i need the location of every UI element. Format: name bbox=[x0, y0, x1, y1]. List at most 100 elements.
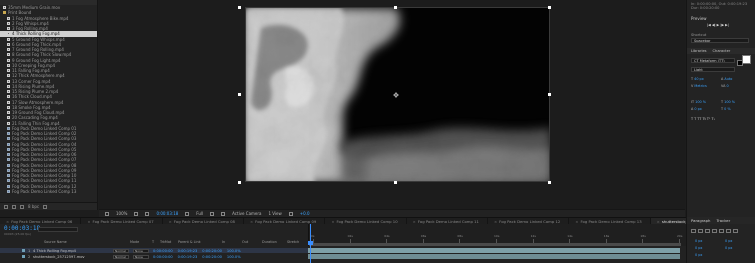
tab-character[interactable]: Character bbox=[713, 49, 731, 53]
layer-duration[interactable]: 0:00:20:00 bbox=[202, 255, 222, 259]
handle-bottom-right[interactable] bbox=[548, 181, 551, 184]
layer-source-name[interactable]: 4 Thick Rolling Fog.mp4 bbox=[33, 249, 113, 253]
handle-bottom-left[interactable] bbox=[238, 181, 241, 184]
first-line-indent-value[interactable]: 0 px bbox=[695, 253, 702, 257]
handle-top-left[interactable] bbox=[238, 6, 241, 9]
space-before-value[interactable]: 0 px bbox=[695, 246, 702, 250]
col-trkmat[interactable]: TrkMat bbox=[160, 240, 171, 244]
layer-in-time[interactable]: 0:00:00:00 bbox=[153, 249, 173, 253]
col-mode[interactable]: Mode bbox=[130, 240, 139, 244]
baseline-shift-field[interactable]: A 0 px bbox=[691, 107, 702, 111]
align-center-icon[interactable] bbox=[698, 229, 703, 233]
region-of-interest-icon[interactable] bbox=[210, 211, 215, 216]
font-size-field[interactable]: T 40 px bbox=[691, 77, 704, 81]
layer-bar-1[interactable] bbox=[308, 248, 680, 253]
snapshot-icon[interactable] bbox=[145, 211, 150, 216]
layer-out-time[interactable]: 0:00:19:23 bbox=[178, 249, 198, 253]
col-t[interactable]: T bbox=[152, 240, 154, 244]
text-style-buttons[interactable]: T T TT Tt T¹ T₁ bbox=[691, 117, 715, 121]
project-item[interactable]: Fog Pack Demo Linked Comp 13 bbox=[0, 189, 97, 194]
handle-mid-left[interactable] bbox=[238, 93, 241, 96]
justify-left-icon[interactable] bbox=[712, 229, 717, 233]
interpret-footage-icon[interactable] bbox=[4, 204, 8, 209]
indent-right-value[interactable]: 0 px bbox=[725, 239, 732, 243]
justify-right-icon[interactable] bbox=[726, 229, 731, 233]
handle-mid-right[interactable] bbox=[548, 93, 551, 96]
layer-mode-dropdown[interactable]: Normal bbox=[113, 248, 129, 253]
playhead-handle[interactable] bbox=[308, 241, 313, 245]
layer-parent-dropdown[interactable]: None bbox=[133, 254, 149, 259]
time-ruler[interactable]: 0s 02s 04s 06s 08s 10s 12s 14s 16s 18s 20s bbox=[308, 224, 686, 246]
layer-parent-dropdown[interactable]: None bbox=[133, 248, 149, 253]
leading-field[interactable]: A Auto bbox=[721, 77, 732, 81]
justify-center-icon[interactable] bbox=[719, 229, 724, 233]
layer-source-name[interactable]: shutterstock_25712597.mov bbox=[33, 255, 113, 259]
show-snapshot-icon[interactable] bbox=[185, 211, 190, 216]
layer-mode-dropdown[interactable]: Normal bbox=[113, 254, 129, 259]
tab-tracker[interactable]: Tracker bbox=[716, 218, 730, 223]
tab-libraries[interactable]: Libraries bbox=[691, 49, 707, 53]
layer-stretch[interactable]: 100.0% bbox=[227, 255, 241, 259]
fill-color-swatch[interactable] bbox=[742, 55, 751, 64]
col-out[interactable]: Out bbox=[242, 240, 248, 244]
timeline-layer-row[interactable]: 2 shutterstock_25712597.mov Normal None 0:00… bbox=[0, 254, 308, 259]
new-folder-icon[interactable] bbox=[12, 204, 16, 209]
composition-viewer[interactable]: 100% 0:00:03:18 Full Active Camera 1 Vie… bbox=[99, 0, 685, 217]
timeline-layer-row[interactable]: 14 Thick Rolling Fog.mp4 Normal None 0:00:0… bbox=[0, 248, 308, 253]
font-style-dropdown[interactable]: Light bbox=[691, 67, 735, 72]
font-family-dropdown[interactable]: CT Metaform (TT) bbox=[691, 58, 735, 63]
stroke-color-swatch[interactable] bbox=[737, 60, 743, 66]
work-area-bar[interactable] bbox=[309, 243, 681, 246]
zoom-dropdown[interactable]: 100% bbox=[116, 211, 127, 216]
fast-preview-icon[interactable] bbox=[288, 211, 293, 216]
kerning-field[interactable]: V Metrics bbox=[691, 84, 707, 88]
layer-in-time[interactable]: 0:00:00:00 bbox=[153, 255, 173, 259]
align-left-icon[interactable] bbox=[691, 229, 696, 233]
close-icon[interactable]: × bbox=[87, 219, 90, 224]
close-icon[interactable]: × bbox=[657, 219, 660, 224]
handle-bottom-mid[interactable] bbox=[394, 181, 397, 184]
close-icon[interactable]: × bbox=[413, 219, 416, 224]
col-stretch[interactable]: Stretch bbox=[287, 240, 299, 244]
transparency-grid-icon[interactable] bbox=[221, 211, 226, 216]
handle-top-right[interactable] bbox=[548, 6, 551, 9]
close-icon[interactable]: × bbox=[494, 219, 497, 224]
current-timecode[interactable]: 0:00:03:18 bbox=[4, 225, 40, 232]
camera-dropdown[interactable]: Active Camera bbox=[232, 211, 261, 216]
tracking-field[interactable]: VA 0 bbox=[721, 84, 729, 88]
col-parent[interactable]: Parent & Link bbox=[178, 240, 201, 244]
viewer-timecode[interactable]: 0:00:03:18 bbox=[156, 211, 178, 216]
grid-guides-icon[interactable] bbox=[134, 211, 139, 216]
close-icon[interactable]: × bbox=[6, 219, 9, 224]
layer-out-time[interactable]: 0:00:19:23 bbox=[178, 255, 198, 259]
always-preview-icon[interactable] bbox=[105, 211, 109, 216]
trash-icon[interactable] bbox=[43, 204, 48, 209]
indent-left-value[interactable]: 0 px bbox=[695, 239, 702, 243]
current-time-indicator[interactable] bbox=[308, 224, 313, 263]
preview-controls[interactable]: |◀ ◀| ▶ |▶ ▶| bbox=[707, 23, 729, 27]
col-source-name[interactable]: Source Name bbox=[44, 240, 67, 244]
space-after-value[interactable]: 0 px bbox=[725, 246, 732, 250]
layer-search-input[interactable] bbox=[38, 227, 78, 232]
handle-top-mid[interactable] bbox=[394, 6, 397, 9]
justify-all-icon[interactable] bbox=[733, 229, 738, 233]
close-icon[interactable]: × bbox=[250, 219, 253, 224]
layer-bar-2[interactable] bbox=[308, 254, 680, 259]
exposure-value[interactable]: +0.0 bbox=[300, 211, 310, 216]
tab-paragraph[interactable]: Paragraph bbox=[691, 218, 710, 223]
bpc-label[interactable]: 8 bpc bbox=[28, 204, 39, 209]
layer-stretch[interactable]: 100.0% bbox=[227, 249, 241, 253]
close-icon[interactable]: × bbox=[331, 219, 334, 224]
col-duration[interactable]: Duration bbox=[262, 240, 277, 244]
vertical-scale-field[interactable]: IT 100 % bbox=[691, 100, 706, 104]
tsume-field[interactable]: T 0 % bbox=[721, 107, 731, 111]
new-comp-icon[interactable] bbox=[20, 204, 24, 209]
align-right-icon[interactable] bbox=[705, 229, 710, 233]
col-in[interactable]: In bbox=[222, 240, 225, 244]
layer-duration[interactable]: 0:00:20:00 bbox=[202, 249, 222, 253]
horizontal-scale-field[interactable]: T 100 % bbox=[721, 100, 735, 104]
views-dropdown[interactable]: 1 View bbox=[268, 211, 281, 216]
resolution-dropdown[interactable]: Full bbox=[196, 211, 203, 216]
composition-frame[interactable] bbox=[245, 7, 550, 182]
shortcut-dropdown[interactable]: Spacebar bbox=[691, 38, 749, 43]
